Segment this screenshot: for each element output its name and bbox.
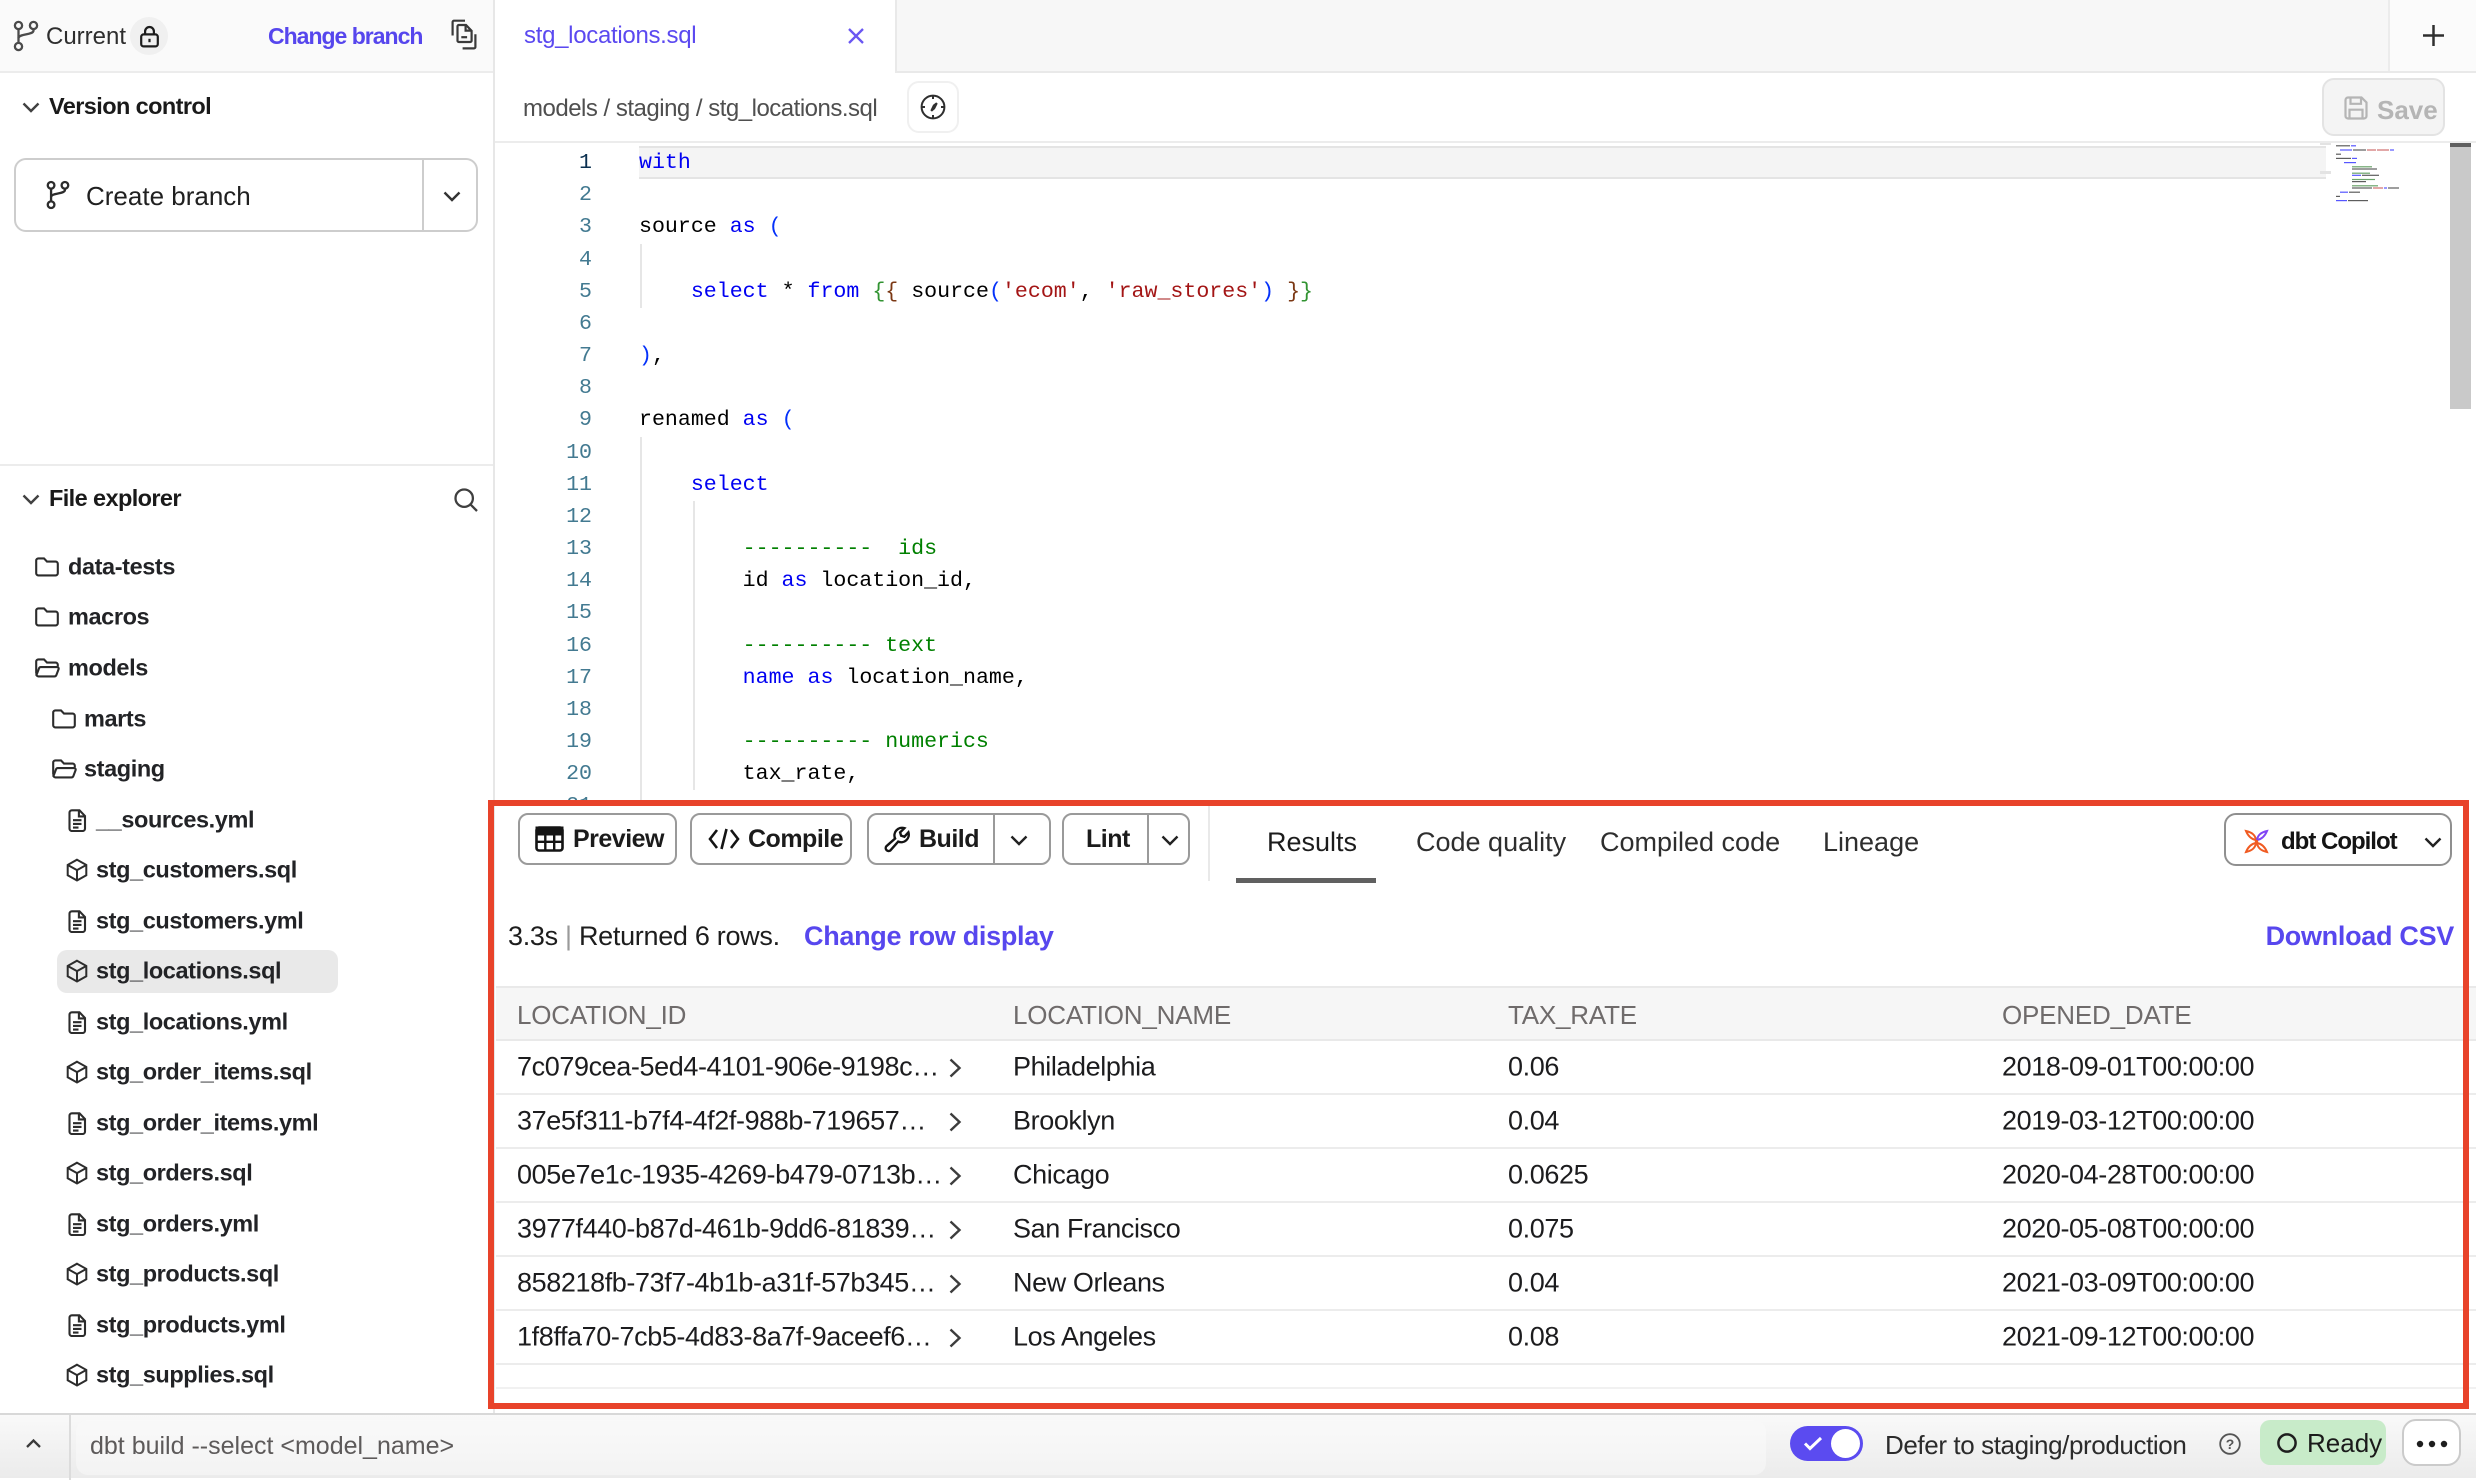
svg-text:?: ? (2226, 1436, 2235, 1452)
